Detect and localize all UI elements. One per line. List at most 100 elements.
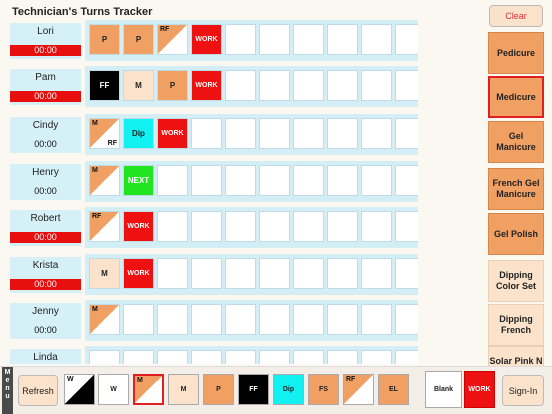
turn-cell-empty[interactable] <box>259 304 290 335</box>
turn-cell-empty[interactable] <box>361 165 392 196</box>
technician-name-cell[interactable]: Cindy 00:00 <box>10 117 81 153</box>
turn-cell[interactable]: M RF <box>89 118 120 149</box>
turn-cell-empty[interactable] <box>259 350 290 364</box>
menu-tab[interactable]: Menu <box>2 367 13 414</box>
service-button[interactable]: Solar Pink N White set <box>488 346 544 366</box>
turn-cell[interactable]: P <box>89 24 120 55</box>
turn-cell-empty[interactable] <box>225 118 256 149</box>
turn-cell-empty[interactable] <box>225 304 256 335</box>
turn-cell-empty[interactable] <box>327 258 358 289</box>
service-swatch[interactable]: M <box>168 374 199 405</box>
turn-cell[interactable]: RF <box>89 211 120 242</box>
turn-cell-empty[interactable] <box>259 24 290 55</box>
turn-cell-empty[interactable] <box>293 304 324 335</box>
technician-name-cell[interactable]: Robert 00:00 <box>10 210 81 246</box>
technician-name-cell[interactable]: Henry 00:00 <box>10 164 81 200</box>
technician-name-cell[interactable]: Krista 00:00 <box>10 257 81 293</box>
turn-cell-empty[interactable] <box>191 350 222 364</box>
turn-cell-empty[interactable] <box>395 24 418 55</box>
turn-cell-empty[interactable] <box>191 304 222 335</box>
turn-cell-empty[interactable] <box>361 24 392 55</box>
turn-cell-empty[interactable] <box>123 350 154 364</box>
blank-swatch[interactable]: Blank <box>425 371 462 408</box>
turn-cell[interactable]: M <box>89 258 120 289</box>
service-swatch[interactable]: P <box>203 374 234 405</box>
turn-cell[interactable]: NEXT <box>123 165 154 196</box>
turn-cell-empty[interactable] <box>259 211 290 242</box>
turn-cell[interactable]: P <box>157 70 188 101</box>
service-swatch[interactable]: M <box>133 374 164 405</box>
turn-cell-empty[interactable] <box>293 211 324 242</box>
turn-cell[interactable]: FF <box>89 70 120 101</box>
turns-grid[interactable]: Lori 00:00 P P RF WORK Pam 00:00 FF M P WORK Cindy 00… <box>0 20 418 364</box>
service-swatch[interactable]: EL <box>378 374 409 405</box>
turn-cell[interactable]: WORK <box>191 70 222 101</box>
turn-cell[interactable]: M <box>89 165 120 196</box>
turn-cell-empty[interactable] <box>191 211 222 242</box>
turn-cell-empty[interactable] <box>395 304 418 335</box>
technician-name-cell[interactable]: Pam 00:00 <box>10 69 81 105</box>
turn-cell-empty[interactable] <box>327 70 358 101</box>
turn-cell-empty[interactable] <box>157 165 188 196</box>
refresh-button[interactable]: Refresh <box>18 375 58 406</box>
turn-cell-empty[interactable] <box>191 165 222 196</box>
turn-cell-empty[interactable] <box>225 24 256 55</box>
turn-cell-empty[interactable] <box>361 70 392 101</box>
turn-cell-empty[interactable] <box>327 24 358 55</box>
turn-cell-empty[interactable] <box>259 70 290 101</box>
turn-cell-empty[interactable] <box>225 350 256 364</box>
turn-cell-empty[interactable] <box>395 350 418 364</box>
service-swatch[interactable]: W <box>64 374 95 405</box>
service-button[interactable]: Dipping Color Set <box>488 260 544 302</box>
turn-cell-empty[interactable] <box>259 118 290 149</box>
turn-cell-empty[interactable] <box>293 24 324 55</box>
service-swatch[interactable]: W <box>98 374 129 405</box>
service-button[interactable]: Medicure <box>488 76 544 118</box>
turn-cell[interactable]: RF <box>157 24 188 55</box>
turn-cell[interactable]: WORK <box>123 258 154 289</box>
turn-cell-empty[interactable] <box>395 211 418 242</box>
turn-cell-empty[interactable] <box>89 350 120 364</box>
turn-cell-empty[interactable] <box>157 304 188 335</box>
turn-cell-empty[interactable] <box>157 211 188 242</box>
service-button[interactable]: French Gel Manicure <box>488 168 544 210</box>
turn-cell-empty[interactable] <box>225 165 256 196</box>
turn-cell-empty[interactable] <box>259 258 290 289</box>
turn-cell-empty[interactable] <box>293 165 324 196</box>
turn-cell-empty[interactable] <box>225 211 256 242</box>
turn-cell-empty[interactable] <box>395 258 418 289</box>
turn-cell-empty[interactable] <box>361 211 392 242</box>
turn-cell-empty[interactable] <box>327 165 358 196</box>
turn-cell-empty[interactable] <box>259 165 290 196</box>
service-button[interactable]: Dipping French <box>488 304 544 346</box>
turn-cell-empty[interactable] <box>327 211 358 242</box>
service-button[interactable]: Gel Polish <box>488 213 544 255</box>
turn-cell-empty[interactable] <box>191 258 222 289</box>
turn-cell-empty[interactable] <box>395 165 418 196</box>
turn-cell-empty[interactable] <box>157 350 188 364</box>
turn-cell[interactable]: WORK <box>191 24 222 55</box>
turn-cell-empty[interactable] <box>293 258 324 289</box>
turn-cell[interactable]: M <box>89 304 120 335</box>
turn-cell-empty[interactable] <box>225 70 256 101</box>
technician-name-cell[interactable]: Jenny 00:00 <box>10 303 81 339</box>
turn-cell[interactable]: P <box>123 24 154 55</box>
turn-cell-empty[interactable] <box>293 70 324 101</box>
turn-cell-empty[interactable] <box>395 70 418 101</box>
turn-cell-empty[interactable] <box>191 118 222 149</box>
turn-cell-empty[interactable] <box>327 304 358 335</box>
turn-cell[interactable]: WORK <box>123 211 154 242</box>
service-swatch[interactable]: FS <box>308 374 339 405</box>
turn-cell-empty[interactable] <box>327 350 358 364</box>
technician-name-cell[interactable]: Lori 00:00 <box>10 23 81 59</box>
turn-cell-empty[interactable] <box>361 258 392 289</box>
turn-cell[interactable]: M <box>123 70 154 101</box>
turn-cell-empty[interactable] <box>361 118 392 149</box>
work-swatch[interactable]: WORK <box>464 371 495 408</box>
service-button[interactable]: Pedicure <box>488 32 544 74</box>
turn-cell-empty[interactable] <box>293 350 324 364</box>
service-button[interactable]: Gel Manicure <box>488 121 544 163</box>
turn-cell-empty[interactable] <box>361 350 392 364</box>
service-swatch[interactable]: FF <box>238 374 269 405</box>
service-swatch[interactable]: RF <box>343 374 374 405</box>
